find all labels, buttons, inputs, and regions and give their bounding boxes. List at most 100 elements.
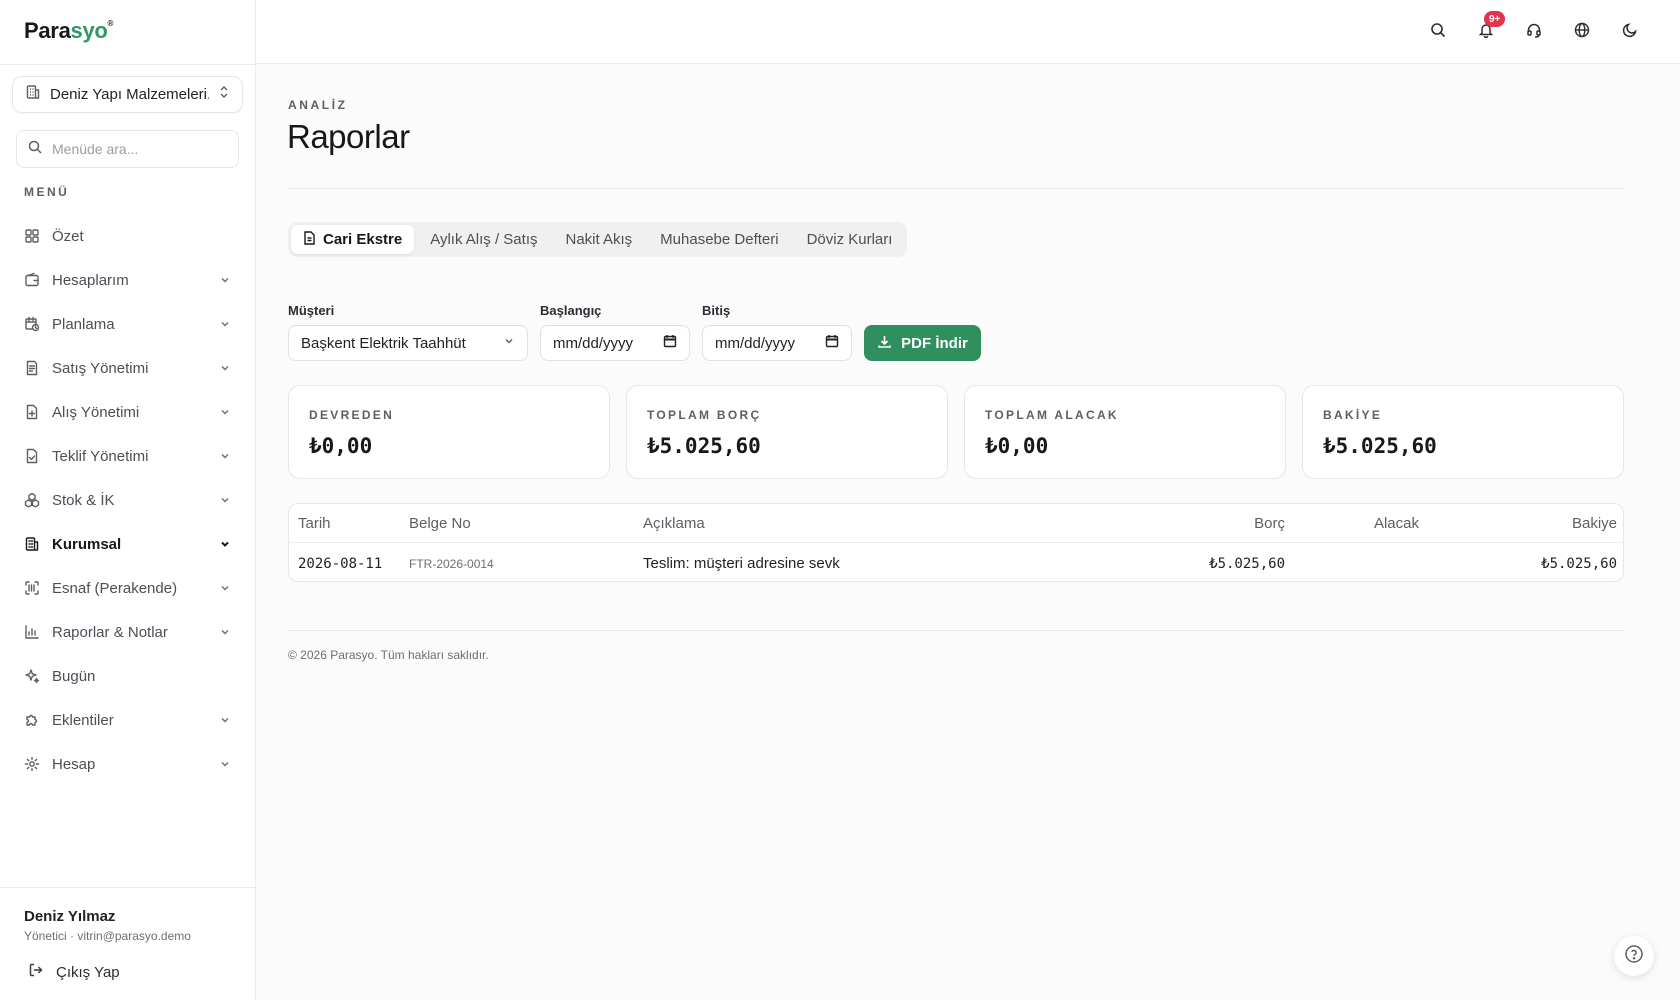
download-icon — [877, 334, 892, 353]
chevron-down-icon — [218, 625, 232, 639]
help-circle-icon — [1624, 944, 1644, 969]
company-switcher[interactable]: Deniz Yapı Malzemeleri... — [12, 76, 243, 113]
sidebar-item-label: Teklif Yönetimi — [52, 447, 149, 465]
footer-divider — [288, 630, 1624, 631]
statement-table: Tarih Belge No Açıklama Borç Alacak Baki… — [288, 503, 1624, 582]
logout-button[interactable]: Çıkış Yap — [24, 958, 124, 986]
sidebar-item-building[interactable]: Kurumsal — [12, 522, 244, 566]
row-description: Teslim: müşteri adresine sevk — [643, 555, 840, 572]
table-row[interactable]: 2026-08-11 FTR-2026-0014 Teslim: müşteri… — [289, 544, 1623, 581]
sidebar-item-sparkles[interactable]: Bugün — [12, 654, 244, 698]
sidebar-item-receipt[interactable]: Satış Yönetimi — [12, 346, 244, 390]
sidebar-item-bar-chart[interactable]: Raporlar & Notlar — [12, 610, 244, 654]
sidebar-footer-divider — [0, 887, 256, 888]
tab-label: Nakit Akış — [565, 231, 633, 248]
scan-icon — [24, 580, 40, 596]
language-button[interactable] — [1570, 20, 1594, 44]
tab-label: Cari Ekstre — [323, 231, 403, 248]
sidebar-item-label: Esnaf (Perakende) — [52, 579, 178, 597]
sidebar-item-puzzle[interactable]: Eklentiler — [12, 698, 244, 742]
customer-label: Müşteri — [288, 303, 335, 318]
sidebar-item-label: Bugün — [52, 667, 96, 685]
sidebar-item-grid[interactable]: Özet — [12, 214, 244, 258]
summary-value: ₺5.025,60 — [647, 434, 761, 458]
sidebar-item-file-check[interactable]: Teklif Yönetimi — [12, 434, 244, 478]
chevron-down-icon — [218, 405, 232, 419]
column-header-description[interactable]: Açıklama — [643, 504, 705, 543]
start-date-label: Başlangıç — [540, 303, 602, 318]
chevron-down-icon — [218, 273, 232, 287]
sidebar-item-boxes[interactable]: Stok & İK — [12, 478, 244, 522]
column-header-doc-no[interactable]: Belge No — [409, 504, 471, 543]
tab-döviz-kurları[interactable]: Döviz Kurları — [795, 225, 905, 254]
chevron-down-icon — [218, 713, 232, 727]
calendar-icon[interactable] — [825, 334, 839, 353]
topbar — [256, 0, 1680, 64]
sidebar-item-label: Özet — [52, 227, 84, 245]
tab-cari-ekstre[interactable]: Cari Ekstre — [291, 225, 415, 254]
search-icon — [28, 140, 42, 159]
column-header-credit[interactable]: Alacak — [1374, 504, 1419, 543]
grid-icon — [24, 228, 40, 244]
start-date-input[interactable]: mm/dd/yyyy — [540, 325, 690, 361]
pdf-download-button[interactable]: PDF İndir — [864, 325, 981, 361]
summary-value: ₺0,00 — [309, 434, 373, 458]
report-tabs: Cari Ekstre Aylık Alış / Satış Nakit Akış M… — [288, 222, 908, 257]
column-header-debit[interactable]: Borç — [1254, 504, 1285, 543]
row-date: 2026-08-11 — [298, 555, 383, 572]
brand-logo[interactable]: Parasyo® — [24, 18, 113, 44]
sidebar-item-settings[interactable]: Hesap — [12, 742, 244, 786]
customer-select[interactable]: Başkent Elektrik Taahhüt — [288, 325, 528, 361]
end-date-input[interactable]: mm/dd/yyyy — [702, 325, 852, 361]
sidebar-item-file-plus[interactable]: Alış Yönetimi — [12, 390, 244, 434]
tab-muhasebe-defteri[interactable]: Muhasebe Defteri — [648, 225, 790, 254]
wallet-icon — [24, 272, 40, 288]
chevron-down-icon — [218, 449, 232, 463]
chevrons-up-down-icon — [218, 85, 230, 104]
chevron-down-icon — [503, 334, 515, 352]
sidebar-item-label: Eklentiler — [52, 711, 114, 729]
menu-section-title: MENÜ — [24, 185, 70, 199]
calendar-clock-icon — [24, 316, 40, 332]
chevron-down-icon — [218, 537, 232, 551]
help-button[interactable] — [1614, 936, 1654, 976]
search-button[interactable] — [1426, 20, 1450, 44]
sidebar-item-label: Hesap — [52, 755, 96, 773]
sidebar-item-wallet[interactable]: Hesaplarım — [12, 258, 244, 302]
user-role-email: Yönetici · vitrin@parasyo.demo — [24, 929, 191, 943]
tab-aylık-alış-satış[interactable]: Aylık Alış / Satış — [418, 225, 549, 254]
theme-toggle-button[interactable] — [1618, 20, 1642, 44]
calendar-icon[interactable] — [663, 334, 677, 353]
logout-icon — [28, 962, 44, 982]
moon-icon — [1622, 22, 1638, 43]
file-plus-icon — [24, 404, 40, 420]
sidebar-search-input[interactable] — [52, 141, 222, 157]
sidebar-item-label: Alış Yönetimi — [52, 403, 140, 421]
notification-badge: 9+ — [1484, 11, 1506, 27]
sidebar-item-calendar-clock[interactable]: Planlama — [12, 302, 244, 346]
search-icon — [1430, 22, 1446, 43]
summary-card-total-debit: TOPLAM BORÇ ₺5.025,60 — [626, 385, 948, 479]
puzzle-icon — [24, 712, 40, 728]
brand-registered-mark: ® — [107, 18, 114, 28]
summary-label: TOPLAM ALACAK — [985, 408, 1119, 422]
end-date-value: mm/dd/yyyy — [715, 334, 796, 352]
sidebar-item-label: Planlama — [52, 315, 115, 333]
chevron-down-icon — [218, 317, 232, 331]
page-title: Raporlar — [287, 118, 410, 155]
brand-name-dark: Para — [24, 18, 71, 43]
column-header-date[interactable]: Tarih — [298, 504, 331, 543]
globe-icon — [1574, 22, 1590, 43]
summary-label: TOPLAM BORÇ — [647, 408, 762, 422]
boxes-icon — [24, 492, 40, 508]
summary-value: ₺0,00 — [985, 434, 1049, 458]
summary-card-total-credit: TOPLAM ALACAK ₺0,00 — [964, 385, 1286, 479]
sidebar-item-scan[interactable]: Esnaf (Perakende) — [12, 566, 244, 610]
sidebar: Parasyo® Deniz Yapı Malzemeleri... MENÜ … — [0, 0, 256, 1000]
user-info: Deniz Yılmaz Yönetici · vitrin@parasyo.d… — [24, 908, 191, 943]
column-header-balance[interactable]: Bakiye — [1572, 504, 1617, 543]
support-button[interactable] — [1522, 20, 1546, 44]
file-text-icon — [303, 230, 316, 249]
building-icon — [25, 84, 41, 105]
tab-nakit-akış[interactable]: Nakit Akış — [553, 225, 644, 254]
